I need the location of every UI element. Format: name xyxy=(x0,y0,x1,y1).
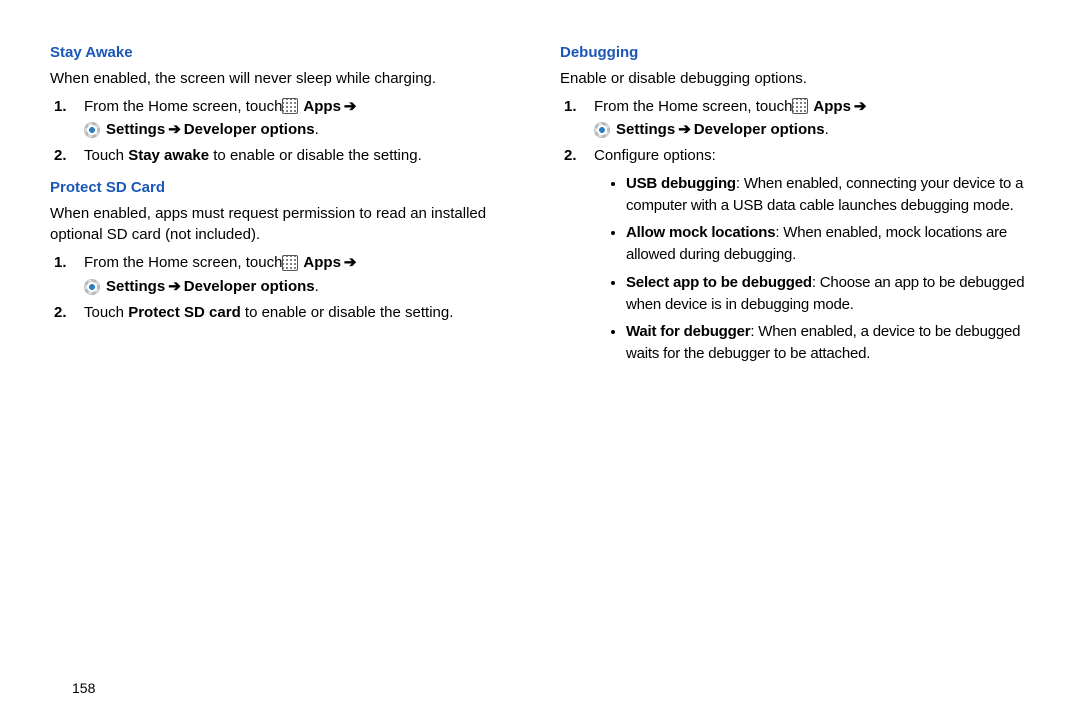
apps-label: Apps xyxy=(303,252,341,274)
protect-sd-steps: 1. From the Home screen, touch Apps ➔ Se… xyxy=(50,252,520,323)
settings-icon xyxy=(84,279,100,295)
arrow-icon: ➔ xyxy=(675,119,694,141)
left-column: Stay Awake When enabled, the screen will… xyxy=(50,38,520,375)
step-text: to enable or disable the setting. xyxy=(241,304,454,321)
apps-icon xyxy=(792,98,808,114)
debugging-description: Enable or disable debugging options. xyxy=(560,68,1030,90)
step-number: 1. xyxy=(54,96,67,118)
debugging-options-list: USB debugging: When enabled, connecting … xyxy=(594,173,1030,365)
arrow-icon: ➔ xyxy=(341,96,360,118)
step-item: 1. From the Home screen, touch Apps ➔ Se… xyxy=(84,96,520,142)
settings-label: Settings xyxy=(616,119,675,141)
option-term: Wait for debugger xyxy=(626,323,750,340)
step-text: From the Home screen, touch xyxy=(594,96,792,118)
step-text: Configure options: xyxy=(594,147,716,164)
list-item: Wait for debugger: When enabled, a devic… xyxy=(626,321,1030,365)
settings-icon xyxy=(594,122,610,138)
step-item: 1. From the Home screen, touch Apps ➔ Se… xyxy=(594,96,1030,142)
nav-path: From the Home screen, touch Apps ➔ xyxy=(594,96,1030,118)
nav-path: Settings ➔ Developer options. xyxy=(84,276,520,298)
apps-label: Apps xyxy=(303,96,341,118)
heading-debugging: Debugging xyxy=(560,42,1030,64)
page-number: 158 xyxy=(72,680,95,696)
apps-icon xyxy=(282,255,298,271)
arrow-icon: ➔ xyxy=(165,276,184,298)
settings-label: Settings xyxy=(106,276,165,298)
arrow-icon: ➔ xyxy=(341,252,360,274)
nav-path: Settings ➔ Developer options. xyxy=(84,119,520,141)
option-term: Allow mock locations xyxy=(626,224,775,241)
settings-label: Settings xyxy=(106,119,165,141)
debugging-steps: 1. From the Home screen, touch Apps ➔ Se… xyxy=(560,96,1030,365)
nav-path: From the Home screen, touch Apps ➔ xyxy=(84,96,520,118)
settings-icon xyxy=(84,122,100,138)
step-text: to enable or disable the setting. xyxy=(209,147,422,164)
option-term: USB debugging xyxy=(626,175,736,192)
action-term: Protect SD card xyxy=(128,304,241,321)
list-item: Allow mock locations: When enabled, mock… xyxy=(626,222,1030,266)
devopts-label: Developer options xyxy=(184,276,315,298)
stay-awake-description: When enabled, the screen will never slee… xyxy=(50,68,520,90)
step-text: Touch xyxy=(84,304,128,321)
action-term: Stay awake xyxy=(128,147,209,164)
stay-awake-steps: 1. From the Home screen, touch Apps ➔ Se… xyxy=(50,96,520,167)
arrow-icon: ➔ xyxy=(165,119,184,141)
step-text: From the Home screen, touch xyxy=(84,96,282,118)
step-text: Touch xyxy=(84,147,128,164)
heading-stay-awake: Stay Awake xyxy=(50,42,520,64)
step-item: 2. Configure options: USB debugging: Whe… xyxy=(594,145,1030,365)
apps-label: Apps xyxy=(813,96,851,118)
step-item: 2. Touch Protect SD card to enable or di… xyxy=(84,302,520,324)
step-text: From the Home screen, touch xyxy=(84,252,282,274)
option-term: Select app to be debugged xyxy=(626,274,812,291)
step-item: 1. From the Home screen, touch Apps ➔ Se… xyxy=(84,252,520,298)
devopts-label: Developer options xyxy=(184,119,315,141)
step-item: 2. Touch Stay awake to enable or disable… xyxy=(84,145,520,167)
step-number: 1. xyxy=(564,96,577,118)
list-item: Select app to be debugged: Choose an app… xyxy=(626,272,1030,316)
heading-protect-sd: Protect SD Card xyxy=(50,177,520,199)
apps-icon xyxy=(282,98,298,114)
devopts-label: Developer options xyxy=(694,119,825,141)
step-number: 2. xyxy=(564,145,577,167)
nav-path: From the Home screen, touch Apps ➔ xyxy=(84,252,520,274)
step-number: 2. xyxy=(54,145,67,167)
nav-path: Settings ➔ Developer options. xyxy=(594,119,1030,141)
arrow-icon: ➔ xyxy=(851,96,870,118)
protect-sd-description: When enabled, apps must request permissi… xyxy=(50,203,520,247)
list-item: USB debugging: When enabled, connecting … xyxy=(626,173,1030,217)
right-column: Debugging Enable or disable debugging op… xyxy=(560,38,1030,375)
step-number: 2. xyxy=(54,302,67,324)
step-number: 1. xyxy=(54,252,67,274)
manual-page: Stay Awake When enabled, the screen will… xyxy=(0,0,1080,375)
